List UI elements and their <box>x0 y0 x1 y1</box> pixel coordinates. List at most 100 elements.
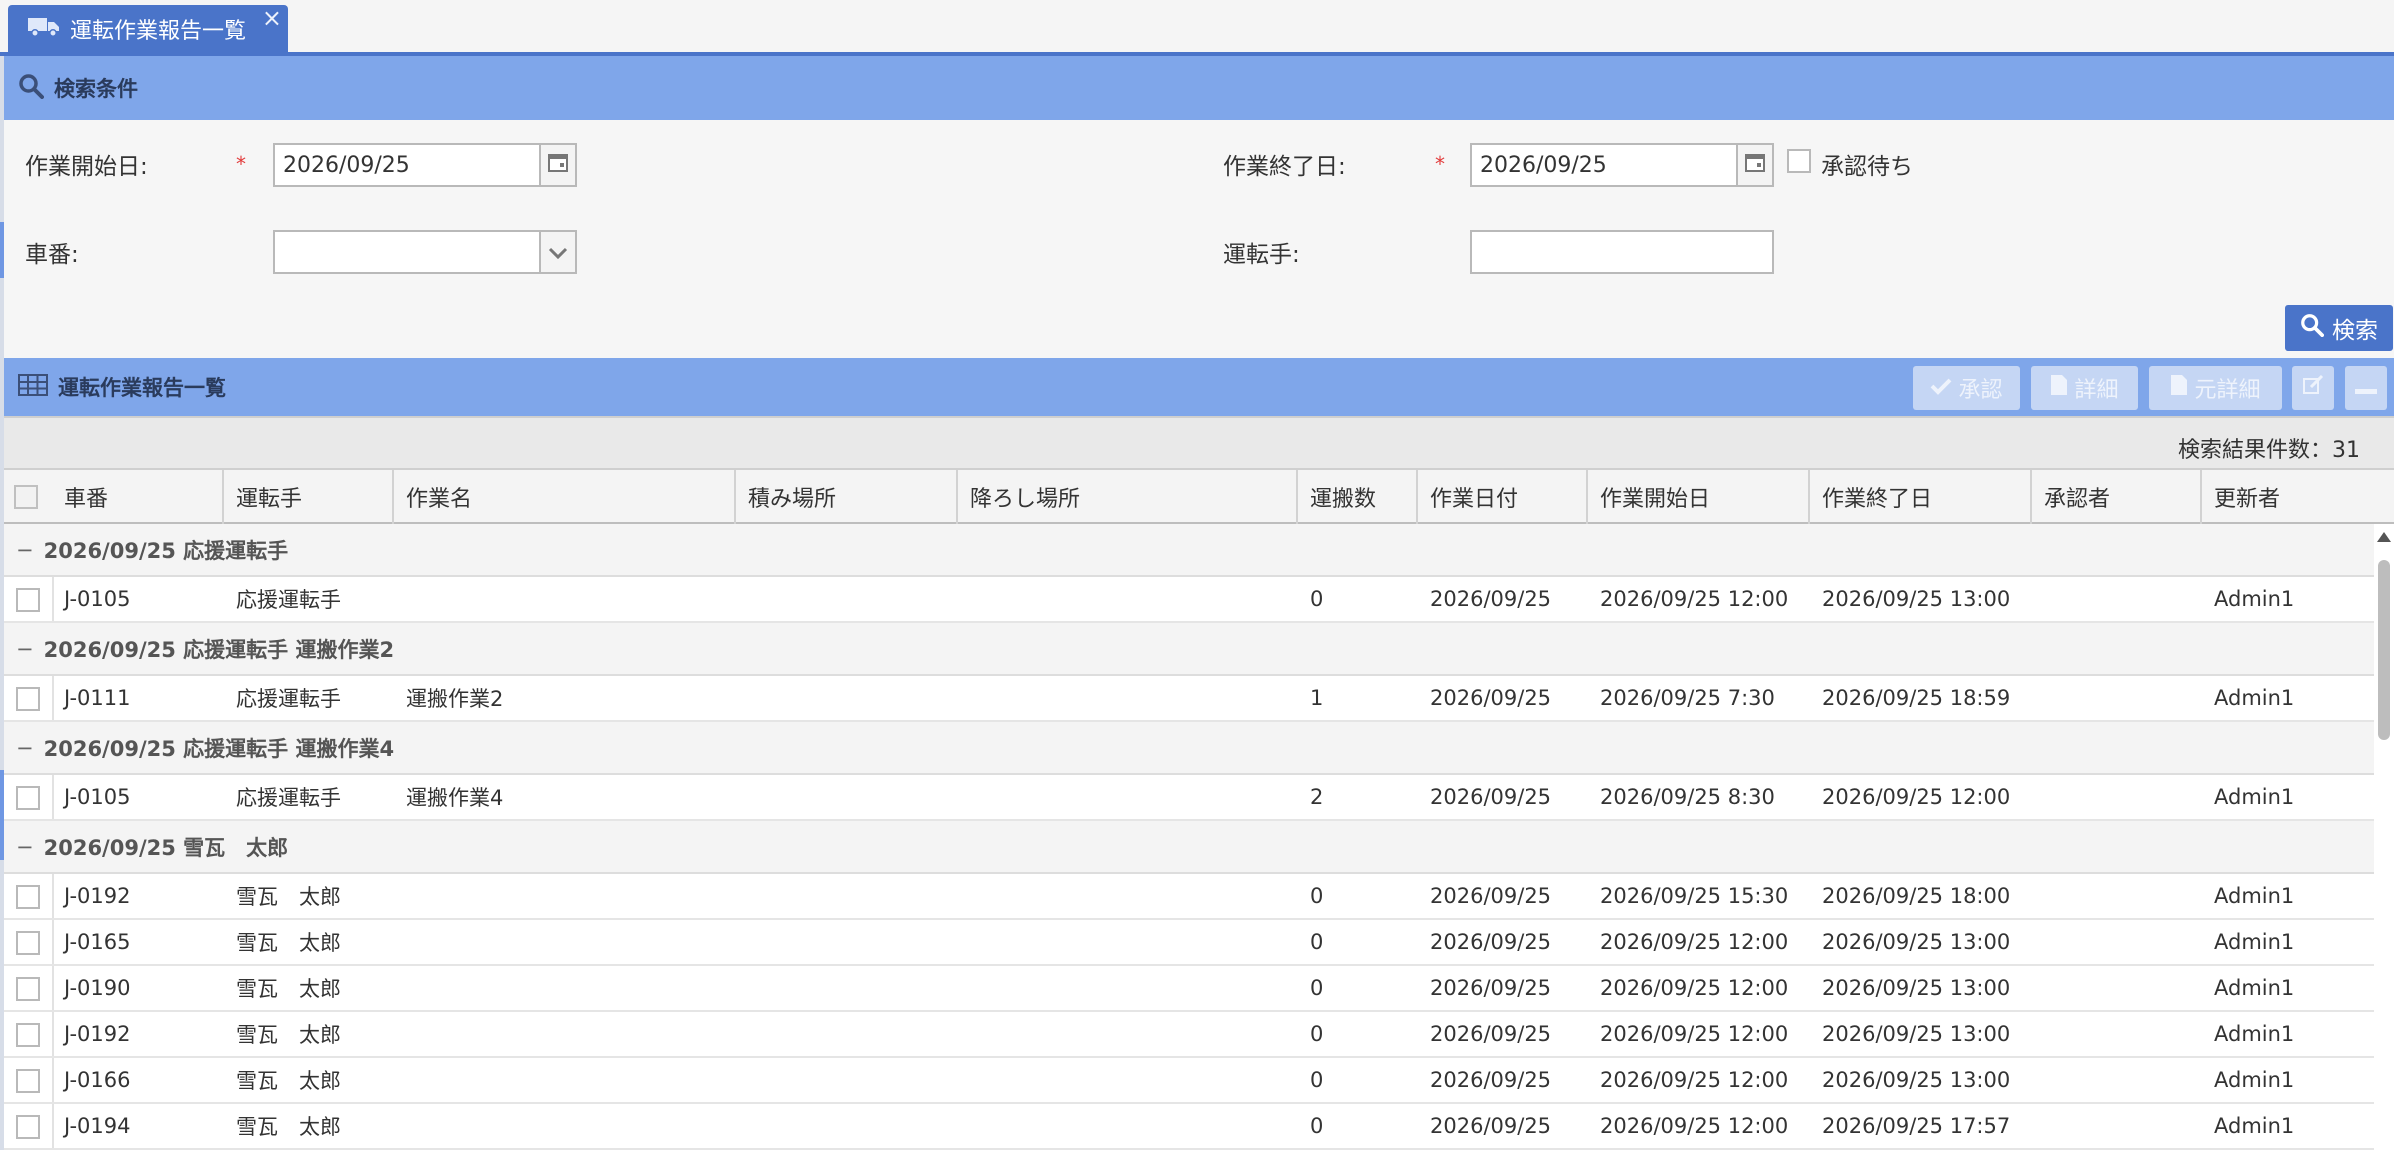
vehicle-label: 車番: <box>25 242 79 268</box>
cell-end: 2026/09/25 13:00 <box>1822 976 2011 1000</box>
approve-button[interactable]: 承認 <box>1913 366 2020 410</box>
cell-count: 0 <box>1310 1114 1324 1138</box>
column-header-unload-place[interactable]: 降ろし場所 <box>958 470 1298 524</box>
driver-input[interactable] <box>1470 230 1774 274</box>
cell-driver: 雪瓦 太郎 <box>236 885 341 909</box>
approve-button-label: 承認 <box>1958 378 2003 403</box>
column-header-updater[interactable]: 更新者 <box>2202 470 2394 524</box>
cell-driver: 応援運転手 <box>236 786 341 810</box>
collapse-button[interactable] <box>2345 366 2387 410</box>
collapse-toggle-icon[interactable]: − <box>16 835 34 859</box>
end-date-picker-button[interactable] <box>1736 143 1774 187</box>
group-header-row[interactable]: −2026/09/25 応援運転手 運搬作業4 <box>4 722 2374 775</box>
vertical-scrollbar[interactable] <box>2374 524 2394 1150</box>
column-divider <box>52 676 54 720</box>
table-row[interactable]: J-0194 雪瓦 太郎 0 2026/09/25 2026/09/25 12:00 20… <box>4 1104 2374 1150</box>
cell-count: 0 <box>1310 1022 1324 1046</box>
source-detail-button[interactable]: 元詳細 <box>2149 366 2282 410</box>
table-row[interactable]: J-0165 雪瓦 太郎 0 2026/09/25 2026/09/25 12:00 20… <box>4 920 2374 966</box>
cell-updater: Admin1 <box>2214 785 2295 809</box>
edit-icon <box>2302 374 2324 402</box>
vehicle-select[interactable] <box>273 230 541 274</box>
column-header-count[interactable]: 運搬数 <box>1298 470 1418 524</box>
row-checkbox[interactable] <box>16 977 40 1001</box>
cell-updater: Admin1 <box>2214 587 2295 611</box>
tab-strip: 運転作業報告一覧 × <box>0 0 2394 56</box>
column-header-work-date[interactable]: 作業日付 <box>1418 470 1588 524</box>
pending-approval-checkbox[interactable] <box>1787 149 1811 173</box>
column-header-driver[interactable]: 運転手 <box>224 470 394 524</box>
column-header-start[interactable]: 作業開始日 <box>1588 470 1810 524</box>
table-row[interactable]: J-0111 応援運転手 運搬作業2 1 2026/09/25 2026/09/25 7:… <box>4 676 2374 722</box>
required-mark: * <box>236 152 246 176</box>
group-header-row[interactable]: −2026/09/25 雪瓦 太郎 <box>4 821 2374 874</box>
cell-driver: 応援運転手 <box>236 687 341 711</box>
pending-approval-label: 承認待ち <box>1821 154 1913 180</box>
start-date-picker-button[interactable] <box>539 143 577 187</box>
search-icon <box>2300 313 2324 343</box>
grid-icon <box>18 373 48 401</box>
required-mark: * <box>1435 152 1445 176</box>
row-checkbox[interactable] <box>16 931 40 955</box>
column-divider <box>52 1104 54 1148</box>
collapse-toggle-icon[interactable]: − <box>16 637 34 661</box>
table-row[interactable]: J-0105 応援運転手 運搬作業4 2 2026/09/25 2026/09/25 8:… <box>4 775 2374 821</box>
cell-start: 2026/09/25 7:30 <box>1600 686 1775 710</box>
group-header-row[interactable]: −2026/09/25 応援運転手 <box>4 524 2374 577</box>
table-row[interactable]: J-0190 雪瓦 太郎 0 2026/09/25 2026/09/25 12:00 20… <box>4 966 2374 1012</box>
cell-vehicle: J-0190 <box>64 976 131 1000</box>
cell-vehicle: J-0166 <box>64 1068 131 1092</box>
vehicle-dropdown-button[interactable] <box>539 230 577 274</box>
document-icon <box>2050 374 2068 402</box>
result-count: 検索結果件数：31 <box>2178 438 2360 463</box>
close-icon[interactable]: × <box>262 5 282 31</box>
cell-vehicle: J-0165 <box>64 930 131 954</box>
collapse-toggle-icon[interactable]: − <box>16 736 34 760</box>
table-row[interactable]: J-0166 雪瓦 太郎 0 2026/09/25 2026/09/25 12:00 20… <box>4 1058 2374 1104</box>
row-checkbox[interactable] <box>16 885 40 909</box>
cell-driver: 雪瓦 太郎 <box>236 1115 341 1139</box>
check-icon <box>1930 376 1952 401</box>
cell-vehicle: J-0192 <box>64 884 131 908</box>
row-checkbox[interactable] <box>16 786 40 810</box>
row-checkbox[interactable] <box>16 1023 40 1047</box>
table-row[interactable]: J-0105 応援運転手 0 2026/09/25 2026/09/25 12:00 20… <box>4 577 2374 623</box>
scroll-up-arrow-icon[interactable] <box>2377 532 2391 542</box>
column-divider <box>52 775 54 819</box>
group-header-row[interactable]: −2026/09/25 応援運転手 運搬作業2 <box>4 623 2374 676</box>
start-date-field[interactable]: 2026/09/25 <box>273 143 541 187</box>
cell-end: 2026/09/25 18:59 <box>1822 686 2011 710</box>
document-icon <box>2170 374 2188 402</box>
start-date-label: 作業開始日: <box>25 154 148 180</box>
tab-driving-report-list[interactable]: 運転作業報告一覧 × <box>8 5 288 53</box>
collapse-toggle-icon[interactable]: − <box>16 538 34 562</box>
row-checkbox[interactable] <box>16 1069 40 1093</box>
column-header-vehicle[interactable]: 車番 <box>52 470 224 524</box>
grid-body: −2026/09/25 応援運転手 J-0105 応援運転手 0 2026/09/25 2… <box>4 524 2374 1150</box>
table-row[interactable]: J-0192 雪瓦 太郎 0 2026/09/25 2026/09/25 15:30 20… <box>4 874 2374 920</box>
column-divider <box>52 920 54 964</box>
select-all-checkbox[interactable] <box>14 485 38 509</box>
row-checkbox[interactable] <box>16 1115 40 1139</box>
column-header-approver[interactable]: 承認者 <box>2032 470 2202 524</box>
cell-vehicle: J-0111 <box>64 686 131 710</box>
row-checkbox[interactable] <box>16 588 40 612</box>
column-header-end[interactable]: 作業終了日 <box>1810 470 2032 524</box>
search-form: 作業開始日: * 2026/09/25 作業終了日: * 2026/09/25 … <box>4 120 2394 358</box>
edit-button[interactable] <box>2292 366 2334 410</box>
cell-work-date: 2026/09/25 <box>1430 1068 1552 1092</box>
column-header-work-name[interactable]: 作業名 <box>394 470 736 524</box>
cell-work-name: 運搬作業2 <box>406 687 504 711</box>
row-checkbox[interactable] <box>16 687 40 711</box>
column-divider <box>52 1012 54 1056</box>
search-button[interactable]: 検索 <box>2285 305 2393 351</box>
end-date-field[interactable]: 2026/09/25 <box>1470 143 1738 187</box>
detail-button[interactable]: 詳細 <box>2031 366 2138 410</box>
cell-start: 2026/09/25 15:30 <box>1600 884 1789 908</box>
cell-work-name: 運搬作業4 <box>406 786 504 810</box>
cell-count: 1 <box>1310 686 1324 710</box>
search-icon <box>18 73 44 104</box>
scroll-thumb[interactable] <box>2378 560 2390 740</box>
column-header-load-place[interactable]: 積み場所 <box>736 470 958 524</box>
table-row[interactable]: J-0192 雪瓦 太郎 0 2026/09/25 2026/09/25 12:00 20… <box>4 1012 2374 1058</box>
